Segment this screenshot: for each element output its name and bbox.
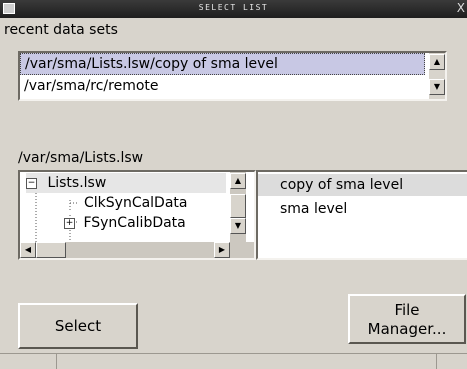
- file-manager-label-line1: File: [394, 301, 420, 319]
- file-list: copy of sma level sma level: [256, 170, 467, 260]
- directory-tree: − Lists.lsw ClkSynCalData + FSynCalibDat…: [18, 170, 256, 260]
- tree-item-label: Lists.lsw: [47, 175, 107, 191]
- collapse-icon[interactable]: −: [26, 177, 37, 189]
- status-bar: [0, 353, 467, 369]
- recent-list-scrollbar[interactable]: ▲ ▼: [429, 53, 445, 99]
- tree-vertical-scrollbar[interactable]: ▲ ▼: [230, 172, 246, 242]
- tree-horizontal-scrollbar[interactable]: ◀ ▶: [20, 242, 254, 258]
- recent-data-sets-label: recent data sets: [4, 22, 118, 38]
- title-bar: SELECT LIST X: [0, 0, 467, 18]
- scroll-down-icon[interactable]: ▼: [230, 218, 246, 234]
- status-divider: [436, 354, 437, 369]
- scroll-thumb[interactable]: [36, 242, 66, 258]
- scroll-thumb[interactable]: [230, 194, 246, 218]
- directory-path-label: /var/sma/Lists.lsw: [18, 150, 144, 166]
- expand-icon[interactable]: +: [64, 217, 75, 229]
- recent-data-sets-list: /var/sma/Lists.lsw/copy of sma level /va…: [18, 51, 447, 101]
- scroll-left-icon[interactable]: ◀: [20, 242, 36, 258]
- tree-item-label: FSynCalibData: [83, 215, 186, 231]
- scroll-down-icon[interactable]: ▼: [429, 79, 445, 95]
- window-title: SELECT LIST: [198, 3, 269, 12]
- select-button[interactable]: Select: [18, 303, 138, 349]
- file-manager-button[interactable]: File Manager...: [348, 294, 466, 344]
- scroll-up-icon[interactable]: ▲: [429, 54, 445, 70]
- recent-item[interactable]: /var/sma/rc/remote: [20, 75, 425, 97]
- file-manager-label-line2: Manager...: [367, 320, 447, 338]
- close-icon[interactable]: X: [457, 1, 465, 15]
- status-divider: [56, 354, 57, 369]
- tree-item-fsyncalibdata[interactable]: + FSynCalibData: [64, 213, 186, 233]
- scroll-right-icon[interactable]: ▶: [214, 242, 230, 258]
- recent-item[interactable]: /var/sma/Lists.lsw/copy of sma level: [20, 53, 425, 75]
- tree-item-lists-lsw[interactable]: − Lists.lsw: [26, 173, 226, 193]
- file-item[interactable]: copy of sma level: [258, 174, 467, 196]
- file-item[interactable]: sma level: [258, 198, 467, 220]
- scroll-up-icon[interactable]: ▲: [230, 173, 246, 189]
- tree-item-clksyncaldata[interactable]: ClkSynCalData: [84, 193, 188, 213]
